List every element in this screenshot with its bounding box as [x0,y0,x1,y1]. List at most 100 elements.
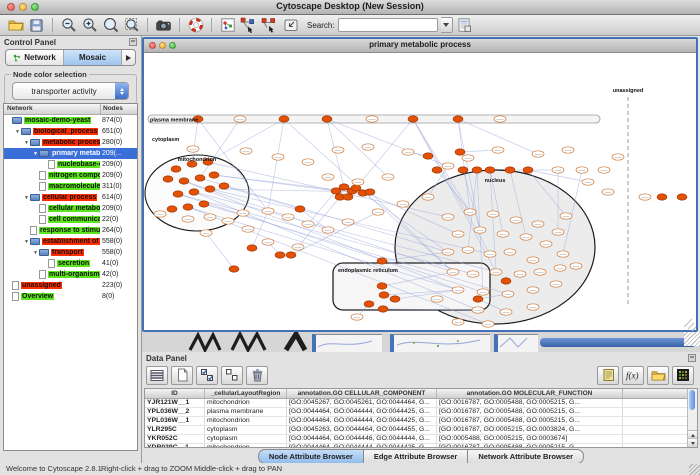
tree-row-overview[interactable]: Overview8(0) [4,291,137,302]
function-builder-button[interactable]: f(x) [622,366,644,385]
attribute-table-header: ID_cellularLayoutRegionannotation.GO CEL… [145,389,697,399]
column-header[interactable]: annotation.GO CELLULAR_COMPONENT [287,389,437,398]
control-panel: Control Panel Network Mosaic Node color … [0,36,141,463]
status-pan-hint: Middle-click + drag to PAN [194,464,282,473]
save-session-button[interactable] [27,16,46,34]
folder-icon [39,249,49,256]
tree-row-cellular-process[interactable]: ▼cellular process614(0) [4,192,137,203]
snapshot-button[interactable] [154,16,173,34]
tab-overflow-button[interactable] [122,50,135,65]
expand-triangle-icon[interactable]: ▼ [14,129,21,135]
table-row[interactable]: YPL036W__2plasma membrane[GO:0044464, GO… [145,408,697,417]
tree-row-biological-process[interactable]: ▼biological_process651(0) [4,126,137,137]
table-mode-button[interactable] [146,366,168,385]
chevron-down-icon [443,23,449,27]
stepper-icon [115,83,128,99]
tree-row-transport[interactable]: ▼transport558(0) [4,247,137,258]
tree-row-establishment-of-lo[interactable]: ▼establishment of lo558(0) [4,236,137,247]
tree-row-node-count: 264(0) [100,227,137,234]
float-panel-icon[interactable] [129,38,137,46]
tree-row-node-count: 8(0) [100,293,137,300]
scroll-down-button[interactable] [688,438,697,447]
zoom-selected-button[interactable] [122,16,141,34]
background-window-titlebar[interactable] [540,338,696,347]
import-attributes-button[interactable] [647,366,669,385]
search-input[interactable] [338,18,438,32]
tree-row-node-count: 42(0) [100,271,137,278]
delete-attribute-button[interactable] [246,366,268,385]
help-button[interactable] [186,16,205,34]
status-zoom-hint: Right-click + drag to ZOOM [101,464,192,473]
column-header[interactable]: ID [145,389,205,398]
table-row[interactable]: YDR039C__1mitochondrion[GO:0044464, GO:0… [145,444,697,448]
tree-row-metabolic-process[interactable]: ▼metabolic process280(0) [4,137,137,148]
tab-node-attribute-browser[interactable]: Node Attribute Browser [258,449,363,464]
document-table-icon [456,17,472,33]
tree-row-mosaic-demo-yeast[interactable]: mosaic-demo-yeast874(0) [4,115,137,126]
expand-triangle-icon[interactable]: ▼ [23,140,30,146]
float-panel-icon[interactable] [688,354,696,362]
node-color-dropdown[interactable]: transporter activity [12,82,129,100]
tree-row-primary-metabolic[interactable]: ▼primary metabolic209(... [4,148,137,159]
zoom-fit-button[interactable] [101,16,120,34]
expand-triangle-icon[interactable]: ▼ [23,195,30,201]
tree-row-label: response to stimulu [39,227,100,234]
expand-triangle-icon[interactable]: ▼ [32,250,39,256]
open-folder-icon [8,17,24,33]
network-canvas[interactable]: plasma membranecytoplasmmitochondrionnuc… [144,53,696,331]
resize-grip-icon[interactable] [689,464,700,475]
zoom-out-button[interactable] [59,16,78,34]
network-view-window[interactable]: primary metabolic process plasma membran… [142,37,698,332]
table-row[interactable]: YPL036W__1mitochondrion[GO:0044464, GO:0… [145,417,697,426]
table-scrollbar[interactable] [687,389,697,447]
vizmapper-button[interactable] [239,16,258,34]
background-window[interactable] [312,334,382,352]
new-document-icon [176,368,189,382]
background-window[interactable] [494,334,538,352]
import-button[interactable] [281,16,300,34]
tree-row-secretion[interactable]: secretion41(0) [4,258,137,269]
tab-mosaic[interactable]: Mosaic [64,50,122,65]
tree-row-nucleobase-con[interactable]: nucleobase-con209(0) [4,159,137,170]
column-nodes[interactable]: Nodes [100,104,137,114]
zoom-in-button[interactable] [80,16,99,34]
column-header[interactable]: _cellularLayoutRegion [205,389,287,398]
tab-network[interactable]: Network [6,50,64,65]
expand-triangle-icon[interactable]: ▼ [23,239,30,245]
resize-grip-icon[interactable] [684,332,700,346]
tree-row-response-to-stimulu[interactable]: response to stimulu264(0) [4,225,137,236]
network-view-title: primary metabolic process [144,40,696,49]
search-settings-button[interactable] [455,16,474,34]
arrow-up-icon [691,434,695,437]
tree-row-cellular-metabol[interactable]: cellular metabol209(0) [4,203,137,214]
unselect-all-attributes-button[interactable] [221,366,243,385]
tab-network-attribute-browser[interactable]: Network Attribute Browser [467,449,584,464]
data-panel-title: Data Panel [142,352,700,363]
select-all-attributes-button[interactable] [196,366,218,385]
expand-triangle-icon[interactable]: ▼ [32,151,39,157]
tree-row-cell-communicati[interactable]: cell communicati22(0) [4,214,137,225]
new-attribute-button[interactable] [171,366,193,385]
vizmapper-alt-button[interactable] [260,16,279,34]
tab-edge-attribute-browser[interactable]: Edge Attribute Browser [363,449,467,464]
table-row[interactable]: YJR121W__1mitochondrion[GO:0045267, GO:0… [145,399,697,408]
background-window[interactable] [390,334,490,352]
scrollbar-thumb[interactable] [689,390,695,410]
tree-row-macromolecule[interactable]: macromolecule311(0) [4,181,137,192]
page-icon [39,171,46,180]
open-session-button[interactable] [6,16,25,34]
tree-row-multi-organism-pro[interactable]: multi-organism pro42(0) [4,269,137,280]
column-network[interactable]: Network [4,104,100,114]
folder-icon [30,139,40,146]
tree-row-label: multi-organism pro [48,271,100,278]
column-header[interactable]: annotation.GO MOLECULAR_FUNCTION [437,389,623,398]
search-dropdown-button[interactable] [441,17,453,33]
table-row[interactable]: YLR295Ccytoplasm[GO:0045263, GO:0044464,… [145,426,697,435]
attribute-matrix-button[interactable] [672,366,694,385]
tree-row-unassigned[interactable]: unassigned223(0) [4,280,137,291]
network-window-titlebar[interactable]: primary metabolic process [144,39,696,53]
table-row[interactable]: YKR052Ccytoplasm[GO:0044464, GO:0044446,… [145,435,697,444]
annotation-button[interactable] [218,16,237,34]
tree-row-nitrogen-compou[interactable]: nitrogen compou209(0) [4,170,137,181]
attribute-list-button[interactable] [597,366,619,385]
